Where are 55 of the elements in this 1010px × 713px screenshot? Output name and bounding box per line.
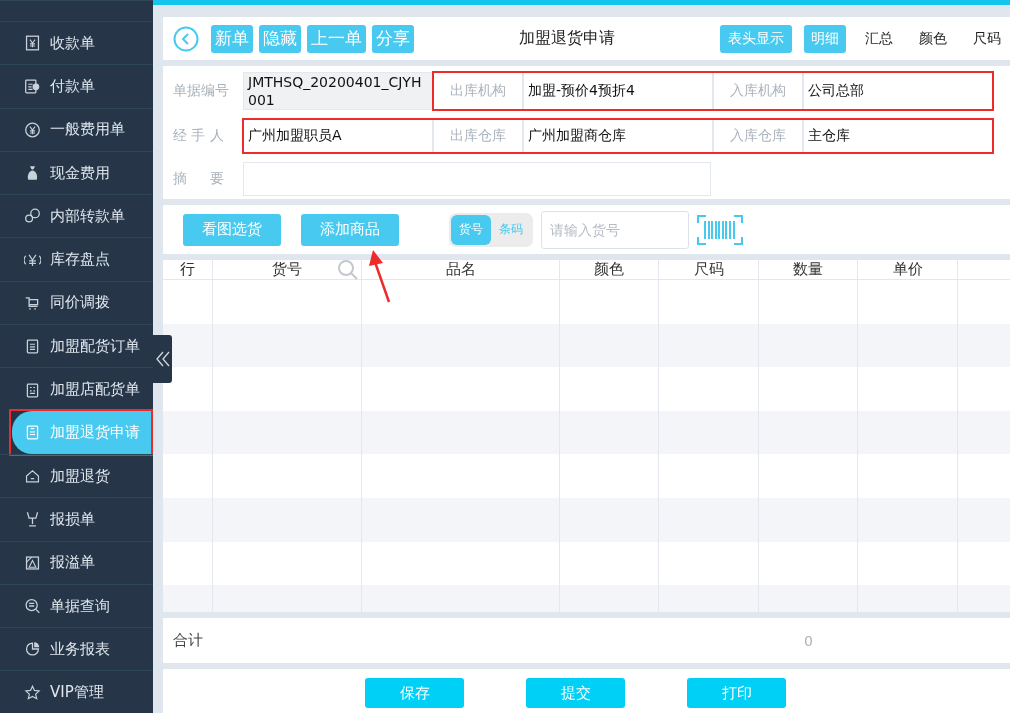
field-label: 入库仓库: [713, 119, 803, 153]
sidebar-item[interactable]: 业务报表: [0, 627, 153, 671]
document-icon: [24, 423, 41, 442]
sidebar-item[interactable]: 报溢单: [0, 540, 153, 584]
double-chevron-icon: [155, 351, 170, 367]
sidebar-item[interactable]: 付款单: [0, 64, 153, 108]
collapse-tab[interactable]: [153, 335, 172, 383]
list-document-icon: [24, 380, 41, 399]
warning-frame-icon: [24, 553, 41, 572]
document-coin-icon: [24, 77, 41, 96]
total-quantity: 0: [803, 632, 814, 649]
search-icon[interactable]: [337, 260, 359, 281]
column-header: 行: [180, 260, 195, 279]
page-title: 加盟退货申请: [518, 28, 616, 49]
column-header: 货号: [272, 260, 302, 279]
house-icon: [24, 467, 41, 486]
receipt-icon: [24, 34, 41, 53]
search-icon: [24, 597, 41, 615]
sidebar-item[interactable]: 同价调拨: [0, 280, 153, 325]
field-label: 摘 要: [172, 169, 225, 188]
barcode-icon[interactable]: [697, 214, 743, 245]
input-field[interactable]: [243, 162, 711, 196]
sidebar-item[interactable]: 收款单: [0, 21, 153, 65]
view-tab[interactable]: 汇总: [858, 24, 900, 53]
view-tab[interactable]: 尺码: [966, 24, 1008, 53]
field-value[interactable]: 广州加盟商仓库: [523, 119, 713, 153]
yen-circle-icon: [24, 120, 41, 139]
clipboard-icon: [24, 337, 41, 356]
sidebar-item[interactable]: 库存盘点: [0, 237, 153, 281]
column-header: 单价: [892, 260, 923, 279]
search-field[interactable]: 请输入货号: [541, 210, 689, 249]
sidebar-item[interactable]: 报损单: [0, 497, 153, 541]
field-label: 单据编号: [172, 81, 230, 100]
field-label: 经 手 人: [172, 126, 225, 145]
column-header: 尺码: [693, 260, 724, 279]
sidebar-item[interactable]: 内部转款单: [0, 194, 153, 238]
coins-icon: [24, 207, 41, 226]
sidebar-item[interactable]: 单据查询: [0, 583, 153, 628]
sidebar-item[interactable]: 一般费用单: [0, 107, 153, 151]
sidebar-item[interactable]: 现金费用: [0, 150, 153, 195]
column-header: 品名: [445, 260, 476, 279]
field-label: 出库仓库: [433, 119, 523, 153]
view-tab[interactable]: 颜色: [912, 24, 954, 53]
field-value[interactable]: JMTHSQ_20200401_CJYH001: [243, 72, 433, 110]
field-value[interactable]: 加盟-预价4预折4: [523, 72, 713, 110]
sidebar-item[interactable]: VIP管理: [0, 670, 153, 713]
total-label: 合计: [172, 631, 204, 650]
sidebar-item[interactable]: 加盟店配货单: [0, 367, 153, 411]
back-icon[interactable]: [173, 25, 199, 52]
star-icon: [24, 683, 41, 702]
column-header: 数量: [793, 260, 823, 279]
column-header: 颜色: [594, 260, 624, 279]
field-label: 入库机构: [713, 72, 803, 110]
sidebar-item[interactable]: 加盟退货: [0, 453, 153, 498]
pie-chart-icon: [24, 640, 41, 659]
